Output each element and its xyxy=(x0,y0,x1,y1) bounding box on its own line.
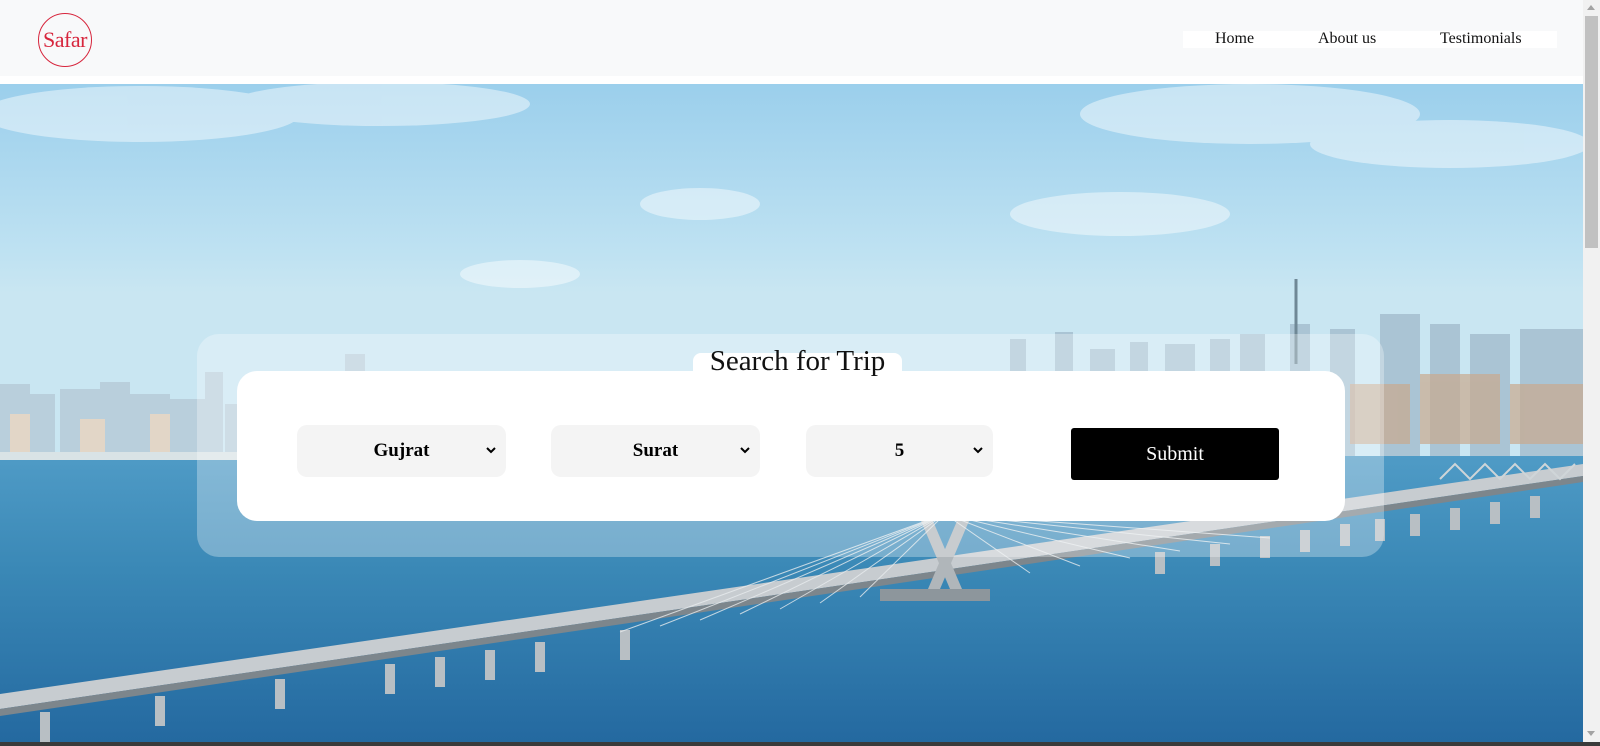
city-select[interactable]: Surat xyxy=(551,425,760,477)
scroll-up-arrow-icon[interactable] xyxy=(1587,5,1595,10)
logo-text: Safar xyxy=(43,27,87,52)
logo[interactable]: Safar xyxy=(38,13,92,67)
state-select-value: Gujrat xyxy=(373,440,430,461)
window-bottom-edge xyxy=(0,742,1600,746)
search-title: Search for Trip xyxy=(709,345,886,377)
state-select[interactable]: Gujrat xyxy=(297,425,506,477)
chevron-down-icon xyxy=(740,447,750,454)
nav-home-link[interactable]: Home xyxy=(1215,30,1254,48)
nav-links: Home About us Testimonials xyxy=(1183,30,1557,48)
scroll-down-arrow-icon[interactable] xyxy=(1587,731,1595,736)
chevron-down-icon xyxy=(973,447,983,454)
nav-about-link[interactable]: About us xyxy=(1318,30,1376,48)
nav-testimonials-link[interactable]: Testimonials xyxy=(1440,30,1522,48)
page: Safar Home About us Testimonials Search … xyxy=(0,0,1600,746)
city-select-value: Surat xyxy=(632,440,679,461)
navbar: Safar Home About us Testimonials xyxy=(0,0,1583,80)
submit-button[interactable]: Submit xyxy=(1071,428,1279,480)
chevron-down-icon xyxy=(486,447,496,454)
days-select[interactable]: 5 xyxy=(806,425,993,477)
scrollbar-thumb[interactable] xyxy=(1585,16,1598,248)
days-select-value: 5 xyxy=(894,440,905,461)
vertical-scrollbar[interactable] xyxy=(1583,0,1600,742)
